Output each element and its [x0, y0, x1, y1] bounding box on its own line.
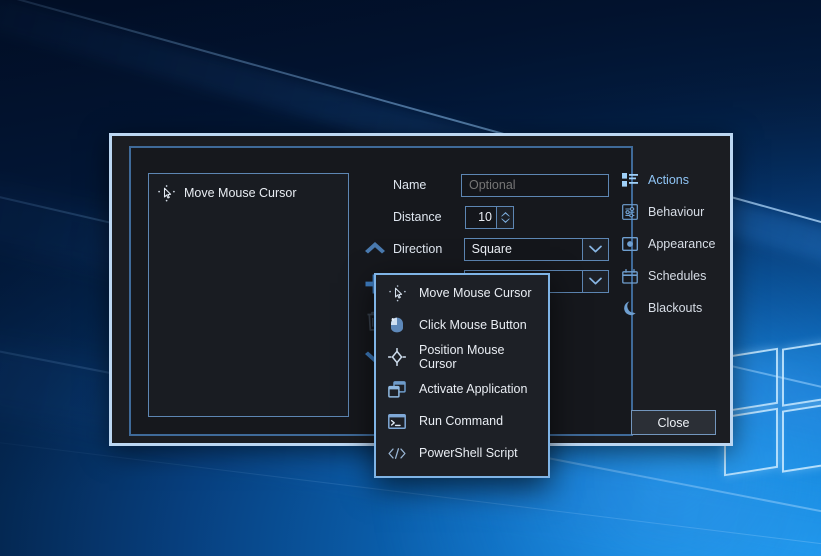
sidebar-item-label: Behaviour [648, 205, 705, 219]
menu-item-label: Click Mouse Button [419, 318, 527, 332]
menu-item-click-mouse-button[interactable]: Click Mouse Button [376, 309, 548, 341]
move-mouse-cursor-icon [388, 284, 406, 302]
list-item[interactable]: Move Mouse Cursor [149, 180, 348, 206]
terminal-icon [388, 412, 406, 430]
sidebar-item-label: Appearance [648, 237, 716, 251]
add-action-context-menu: Move Mouse Cursor Click Mouse Button Pos… [374, 273, 550, 478]
list-item-label: Move Mouse Cursor [184, 186, 297, 200]
form-row-distance: Distance 10 [393, 201, 609, 233]
windows-stack-icon [388, 380, 406, 398]
menu-item-label: Activate Application [419, 382, 528, 396]
sidebar-item-label: Actions [648, 173, 689, 187]
menu-item-run-command[interactable]: Run Command [376, 405, 548, 437]
sidebar-item-schedules[interactable]: Schedules [621, 260, 733, 292]
sidebar-item-behaviour[interactable]: Behaviour [621, 196, 733, 228]
sidebar-item-actions[interactable]: Actions [621, 164, 733, 196]
name-label: Name [393, 178, 427, 192]
distance-value: 10 [478, 209, 492, 224]
menu-item-label: PowerShell Script [419, 446, 518, 460]
sidebar-item-blackouts[interactable]: Blackouts [621, 292, 733, 324]
menu-item-powershell-script[interactable]: PowerShell Script [376, 437, 548, 469]
click-mouse-icon [388, 316, 406, 334]
chevron-down-icon[interactable] [582, 238, 608, 260]
menu-item-label: Run Command [419, 414, 504, 428]
display-icon [621, 236, 638, 253]
sidebar-item-label: Schedules [648, 269, 707, 283]
calendar-icon [621, 268, 638, 285]
distance-label: Distance [393, 210, 442, 224]
spinner-down-icon [500, 218, 510, 223]
form-row-name: Name [393, 169, 609, 201]
move-up-button[interactable] [357, 228, 393, 265]
sliders-icon [621, 204, 638, 221]
name-input[interactable] [461, 173, 609, 197]
menu-item-label: Position Mouse Cursor [419, 343, 505, 371]
sidebar-item-appearance[interactable]: Appearance [621, 228, 733, 260]
menu-item-move-mouse-cursor[interactable]: Move Mouse Cursor [376, 277, 548, 309]
spinner-up-icon [500, 211, 510, 216]
form-row-direction: Direction Square [393, 233, 609, 265]
direction-label: Direction [393, 242, 443, 256]
direction-value: Square [471, 242, 512, 256]
position-cursor-icon [388, 348, 406, 366]
menu-item-position-mouse-cursor[interactable]: Position Mouse Cursor [376, 341, 548, 373]
settings-sidebar: Actions Behaviour Appearance Schedules B… [621, 164, 733, 324]
menu-item-label: Move Mouse Cursor [419, 286, 532, 300]
sidebar-item-label: Blackouts [648, 301, 703, 315]
chevron-down-icon[interactable] [582, 270, 608, 292]
actions-list-icon [621, 172, 638, 189]
code-tags-icon [388, 444, 406, 462]
close-button[interactable]: Close [631, 410, 716, 435]
distance-spinner-buttons[interactable] [496, 206, 513, 228]
direction-select[interactable]: Square [463, 237, 609, 261]
action-list[interactable]: Move Mouse Cursor [148, 173, 349, 417]
moon-icon [621, 300, 638, 317]
move-mouse-cursor-icon [157, 184, 175, 202]
menu-item-activate-application[interactable]: Activate Application [376, 373, 548, 405]
distance-stepper[interactable]: 10 [465, 205, 514, 229]
